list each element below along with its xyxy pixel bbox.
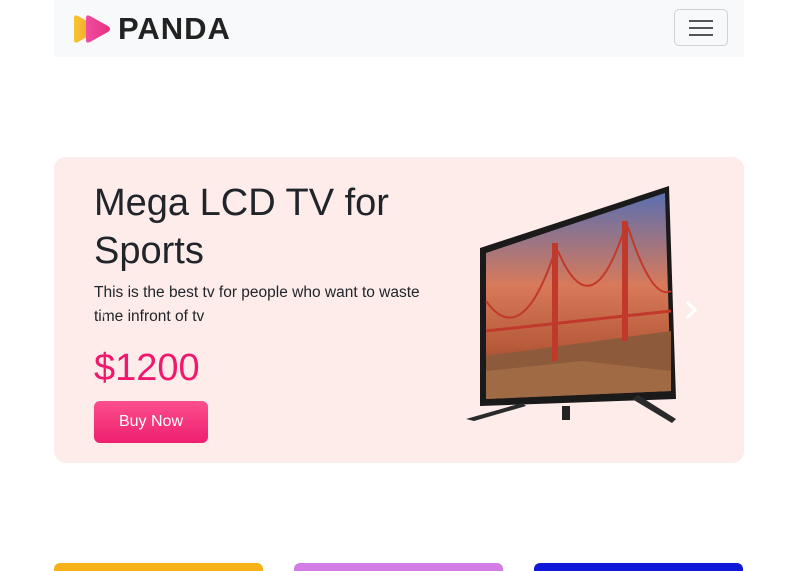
hamburger-bar	[689, 34, 713, 36]
navbar: PANDA	[54, 0, 744, 57]
hero-title: Mega LCD TV for Sports	[94, 182, 389, 272]
category-card-3[interactable]	[534, 563, 743, 571]
lcd-tv-image	[466, 186, 676, 423]
chevron-right-icon	[685, 300, 698, 320]
hamburger-menu-icon	[689, 20, 713, 22]
carousel-prev-button[interactable]	[98, 307, 112, 321]
hamburger-bar	[689, 27, 713, 29]
brand-link[interactable]: PANDA	[70, 12, 231, 46]
category-card-1[interactable]	[54, 563, 263, 571]
carousel-next-button[interactable]	[682, 299, 700, 321]
brand-name: PANDA	[118, 11, 231, 46]
play-logo-icon	[74, 15, 110, 43]
navbar-toggle-button[interactable]	[674, 9, 728, 46]
hero-price: $1200	[94, 347, 200, 389]
category-card-2[interactable]	[294, 563, 503, 571]
hero-carousel: Mega LCD TV for Sports This is the best …	[54, 157, 744, 463]
chevron-left-icon	[100, 308, 108, 320]
hero-description: This is the best tv for people who want …	[94, 284, 420, 325]
buy-now-button[interactable]: Buy Now	[94, 401, 208, 443]
